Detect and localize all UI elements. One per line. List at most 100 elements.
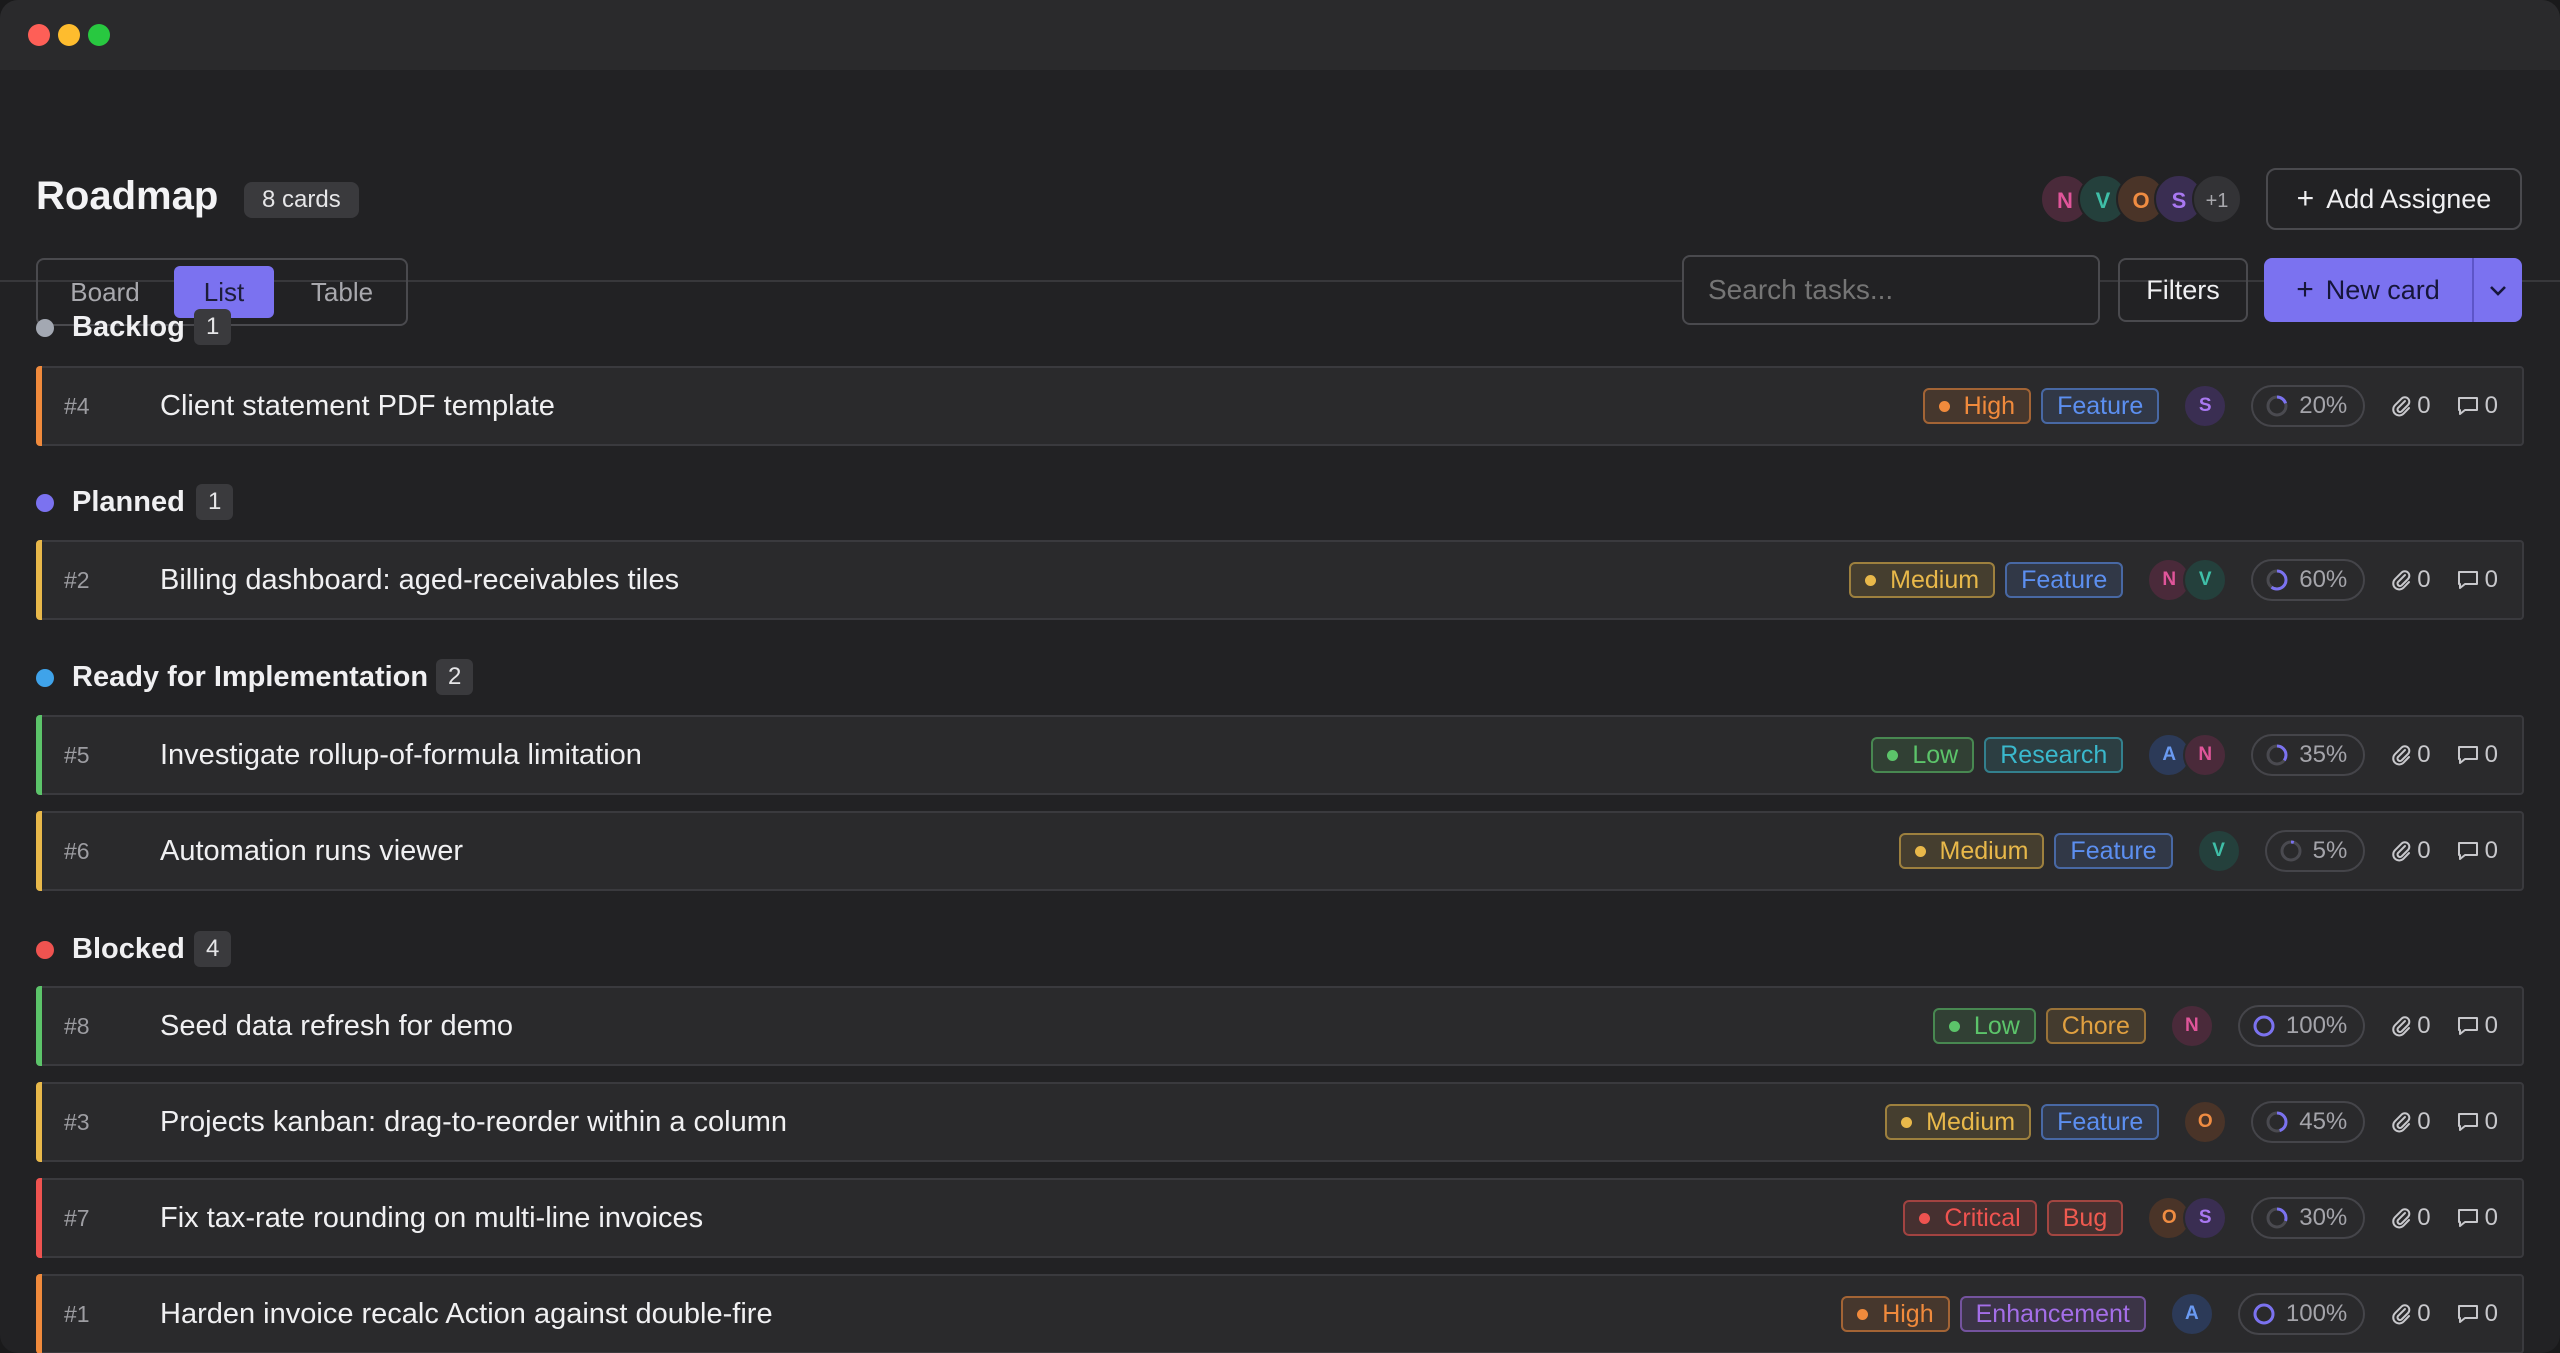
group-name: Planned: [72, 486, 185, 518]
type-badge[interactable]: Feature: [2005, 562, 2124, 598]
avatar[interactable]: A: [2169, 1292, 2214, 1336]
new-card-label[interactable]: + New card: [2264, 258, 2472, 322]
priority-badge[interactable]: High: [1841, 1296, 1950, 1332]
attachments-count[interactable]: 0: [2391, 1300, 2431, 1328]
avatar[interactable]: O: [2183, 1100, 2228, 1144]
card-row[interactable]: #2 Billing dashboard: aged-receivables ti…: [36, 540, 2524, 620]
card-row[interactable]: #5 Investigate rollup-of-formula limitati…: [36, 715, 2524, 795]
card-row[interactable]: #7 Fix tax-rate rounding on multi-line in…: [36, 1178, 2524, 1258]
progress-value: 60%: [2299, 566, 2348, 593]
priority-accent-bar: [36, 1082, 42, 1162]
attachments-value: 0: [2417, 741, 2431, 768]
attachments-count[interactable]: 0: [2391, 837, 2431, 865]
card-title[interactable]: Seed data refresh for demo: [160, 988, 513, 1064]
comments-count[interactable]: 0: [2457, 1300, 2498, 1328]
avatar[interactable]: V: [2183, 558, 2228, 602]
attachments-count[interactable]: 0: [2391, 1204, 2431, 1232]
add-assignee-button[interactable]: + Add Assignee: [2266, 168, 2522, 230]
assignee-overflow-badge[interactable]: +1: [2192, 174, 2242, 224]
new-card-button[interactable]: + New card: [2264, 258, 2522, 322]
card-assignees[interactable]: N: [2169, 1004, 2214, 1048]
card-meta: Low Research A N 35% 0 0: [1871, 717, 2498, 793]
comment-icon: [2457, 1305, 2478, 1323]
add-assignee-label: Add Assignee: [2326, 184, 2492, 214]
priority-label: Medium: [1890, 566, 1980, 594]
card-assignees[interactable]: O: [2183, 1100, 2228, 1144]
card-row[interactable]: #1 Harden invoice recalc Action against d…: [36, 1274, 2524, 1353]
paperclip-icon: [2392, 745, 2411, 766]
card-row[interactable]: #8 Seed data refresh for demo Low Chore N 100…: [36, 986, 2524, 1066]
comments-count[interactable]: 0: [2457, 392, 2498, 420]
type-badge[interactable]: Research: [1984, 737, 2124, 773]
card-row[interactable]: #4 Client statement PDF template High Featu…: [36, 366, 2524, 446]
status-dot: [36, 319, 54, 337]
card-title[interactable]: Harden invoice recalc Action against dou…: [160, 1276, 773, 1352]
progress-value: 100%: [2285, 1300, 2348, 1327]
type-badge[interactable]: Feature: [2041, 388, 2160, 424]
priority-badge[interactable]: Low: [1932, 1008, 2036, 1044]
priority-accent-bar: [36, 715, 42, 795]
card-assignees[interactable]: NV: [2147, 558, 2228, 602]
card-assignees[interactable]: V: [2196, 829, 2241, 873]
card-title[interactable]: Client statement PDF template: [160, 368, 555, 444]
type-badge[interactable]: Enhancement: [1959, 1296, 2146, 1332]
comments-value: 0: [2484, 1204, 2498, 1231]
card-assignees[interactable]: AN: [2147, 733, 2228, 777]
avatar[interactable]: N: [2183, 733, 2228, 777]
comments-count[interactable]: 0: [2457, 566, 2498, 594]
priority-badge[interactable]: Medium: [1898, 833, 2045, 869]
title-bar: [0, 0, 2560, 70]
attachments-count[interactable]: 0: [2391, 392, 2431, 420]
card-meta: Critical Bug O S 30% 0 0: [1903, 1180, 2498, 1256]
minimize-window-button[interactable]: [58, 24, 80, 46]
avatar[interactable]: V: [2196, 829, 2241, 873]
priority-accent-bar: [36, 1178, 42, 1258]
avatar[interactable]: S: [2183, 1196, 2228, 1240]
comments-count[interactable]: 0: [2457, 1012, 2498, 1040]
priority-badge[interactable]: Critical: [1903, 1200, 2037, 1236]
priority-badge[interactable]: High: [1922, 388, 2032, 424]
card-assignees[interactable]: A: [2169, 1292, 2214, 1336]
filters-button[interactable]: Filters: [2118, 258, 2248, 322]
progress-pill: 5%: [2264, 830, 2366, 872]
avatar[interactable]: S: [2183, 384, 2228, 428]
card-title[interactable]: Fix tax-rate rounding on multi-line invo…: [160, 1180, 703, 1256]
comment-icon: [2457, 842, 2478, 860]
attachments-count[interactable]: 0: [2391, 566, 2431, 594]
priority-badge[interactable]: Medium: [1885, 1104, 2032, 1140]
type-badge[interactable]: Bug: [2046, 1200, 2124, 1236]
attachments-count[interactable]: 0: [2391, 1108, 2431, 1136]
priority-badge[interactable]: Medium: [1849, 562, 1996, 598]
card-title[interactable]: Projects kanban: drag-to-reorder within …: [160, 1084, 787, 1160]
card-row[interactable]: #3 Projects kanban: drag-to-reorder withi…: [36, 1082, 2524, 1162]
attachments-count[interactable]: 0: [2391, 741, 2431, 769]
avatar[interactable]: N: [2169, 1004, 2214, 1048]
comments-count[interactable]: 0: [2457, 741, 2498, 769]
attachments-value: 0: [2417, 1108, 2431, 1135]
card-title[interactable]: Billing dashboard: aged-receivables tile…: [160, 542, 679, 618]
chevron-down-icon[interactable]: [2474, 258, 2522, 322]
type-badge[interactable]: Feature: [2054, 833, 2173, 869]
priority-badge[interactable]: Low: [1871, 737, 1975, 773]
search-input[interactable]: [1682, 255, 2100, 325]
card-assignees[interactable]: S: [2183, 384, 2228, 428]
progress-value: 45%: [2299, 1108, 2348, 1135]
card-row[interactable]: #6 Automation runs viewer Medium Feature V 5%…: [36, 811, 2524, 891]
maximize-window-button[interactable]: [88, 24, 110, 46]
close-window-button[interactable]: [28, 24, 50, 46]
card-assignees[interactable]: OS: [2147, 1196, 2228, 1240]
group-name: Blocked: [72, 933, 185, 965]
attachments-count[interactable]: 0: [2391, 1012, 2431, 1040]
paperclip-icon: [2392, 1208, 2411, 1229]
type-badge[interactable]: Chore: [2045, 1008, 2146, 1044]
paperclip-icon: [2392, 396, 2411, 417]
comments-count[interactable]: 0: [2457, 1204, 2498, 1232]
tab-table[interactable]: Table: [284, 266, 400, 318]
card-title[interactable]: Automation runs viewer: [160, 813, 463, 889]
comments-count[interactable]: 0: [2457, 837, 2498, 865]
card-title[interactable]: Investigate rollup-of-formula limitation: [160, 717, 642, 793]
paperclip-icon: [2392, 841, 2411, 862]
comments-count[interactable]: 0: [2457, 1108, 2498, 1136]
group-count-badge: 2: [436, 659, 474, 695]
type-badge[interactable]: Feature: [2041, 1104, 2160, 1140]
